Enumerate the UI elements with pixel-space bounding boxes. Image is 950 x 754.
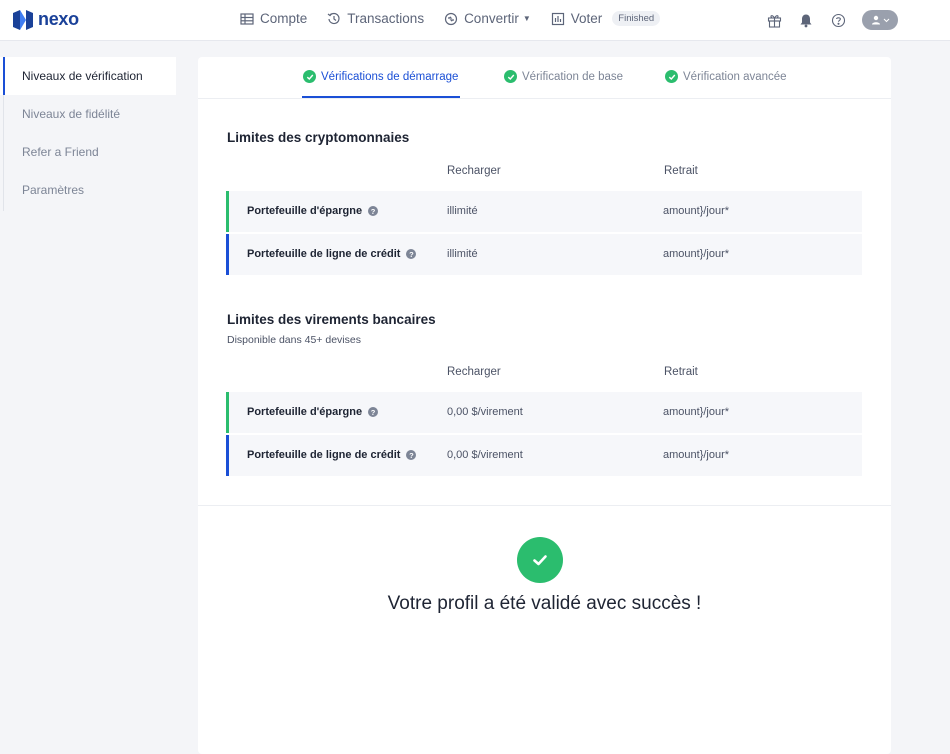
wallet-name-text: Portefeuille d'épargne xyxy=(247,406,363,418)
header-actions xyxy=(766,10,898,30)
row-accent xyxy=(226,392,229,433)
nav-convertir[interactable]: Convertir ▼ xyxy=(444,11,531,26)
crypto-col-deposit: Recharger xyxy=(447,165,501,177)
nav-compte-label: Compte xyxy=(260,11,308,26)
question-icon[interactable]: ? xyxy=(368,407,379,417)
chart-icon xyxy=(551,12,564,25)
tab-advanced-verification[interactable]: Vérification avancée xyxy=(665,70,787,83)
withdraw-limit: amount}/jour* xyxy=(663,248,730,260)
sidebar-item-verification-levels[interactable]: Niveaux de vérification xyxy=(0,57,176,95)
active-tab-indicator xyxy=(302,96,460,98)
nav-voter[interactable]: Voter Finished xyxy=(551,11,661,26)
deposit-limit: 0,00 $/virement xyxy=(447,449,523,461)
crypto-col-withdraw: Retrait xyxy=(664,165,698,177)
deposit-limit: 0,00 $/virement xyxy=(447,406,523,418)
table-row: Portefeuille d'épargne? 0,00 $/virement … xyxy=(226,392,862,433)
table-row: Portefeuille de ligne de crédit? illimit… xyxy=(226,234,862,275)
nav-transactions-label: Transactions xyxy=(347,11,425,26)
bank-limits-title: Limites des virements bancaires xyxy=(227,312,436,327)
bell-icon[interactable] xyxy=(798,12,814,28)
verification-tabs: Vérifications de démarrage Vérification … xyxy=(198,57,891,99)
tab-label: Vérifications de démarrage xyxy=(321,70,459,83)
deposit-limit: illimité xyxy=(447,205,478,217)
wallet-name: Portefeuille d'épargne? xyxy=(247,205,379,217)
top-bar: nexo Compte Transactions Convertir ▼ Vot… xyxy=(0,0,950,41)
check-circle-icon xyxy=(303,70,316,83)
nexo-logo[interactable]: nexo xyxy=(12,9,79,30)
withdraw-limit: amount}/jour* xyxy=(663,205,730,217)
check-circle-icon xyxy=(665,70,678,83)
wallet-name: Portefeuille de ligne de crédit? xyxy=(247,248,417,260)
wallet-name-text: Portefeuille de ligne de crédit xyxy=(247,449,401,461)
sidebar: Niveaux de vérification Niveaux de fidél… xyxy=(0,57,176,209)
brand-name: nexo xyxy=(38,9,79,29)
bank-limits-subtitle: Disponible dans 45+ devises xyxy=(227,334,361,346)
tab-startup-verifications[interactable]: Vérifications de démarrage xyxy=(303,70,458,83)
wallet-name: Portefeuille de ligne de crédit? xyxy=(247,449,417,461)
nav-convertir-label: Convertir xyxy=(464,11,519,26)
row-accent xyxy=(226,191,229,232)
check-circle-icon xyxy=(517,537,563,583)
nav-transactions[interactable]: Transactions xyxy=(327,11,424,26)
wallet-name: Portefeuille d'épargne? xyxy=(247,406,379,418)
bank-col-deposit: Recharger xyxy=(447,366,501,378)
question-icon[interactable]: ? xyxy=(368,206,379,216)
question-icon[interactable]: ? xyxy=(406,249,417,259)
user-icon xyxy=(871,15,880,25)
tab-basic-verification[interactable]: Vérification de base xyxy=(504,70,623,83)
deposit-limit: illimité xyxy=(447,248,478,260)
table-icon xyxy=(240,12,254,25)
tab-label: Vérification avancée xyxy=(683,70,787,83)
nexo-logo-icon xyxy=(13,9,33,30)
verification-card: Vérifications de démarrage Vérification … xyxy=(198,57,891,754)
wallet-name-text: Portefeuille d'épargne xyxy=(247,205,363,217)
withdraw-limit: amount}/jour* xyxy=(663,449,730,461)
table-row: Portefeuille d'épargne? illimité amount}… xyxy=(226,191,862,232)
withdraw-limit: amount}/jour* xyxy=(663,406,730,418)
user-menu-button[interactable] xyxy=(862,10,898,30)
wallet-name-text: Portefeuille de ligne de crédit xyxy=(247,248,401,260)
nav-compte[interactable]: Compte xyxy=(240,11,307,26)
sidebar-divider xyxy=(3,95,4,211)
chevron-down-icon xyxy=(883,18,889,22)
status-badge: Finished xyxy=(612,11,661,26)
help-icon[interactable] xyxy=(830,12,846,28)
caret-down-icon: ▼ xyxy=(522,14,531,23)
sidebar-item-settings[interactable]: Paramètres xyxy=(0,171,176,209)
question-icon[interactable]: ? xyxy=(406,450,417,460)
row-accent xyxy=(226,234,229,275)
check-circle-icon xyxy=(504,70,517,83)
main-nav: Compte Transactions Convertir ▼ Voter Fi… xyxy=(240,11,680,26)
table-row: Portefeuille de ligne de crédit? 0,00 $/… xyxy=(226,435,862,476)
nav-voter-label: Voter xyxy=(570,11,603,26)
convert-icon xyxy=(444,12,458,25)
sidebar-item-refer-a-friend[interactable]: Refer a Friend xyxy=(0,133,176,171)
section-divider xyxy=(198,505,891,506)
history-icon xyxy=(327,12,340,24)
row-accent xyxy=(226,435,229,476)
crypto-limits-title: Limites des cryptomonnaies xyxy=(227,130,410,145)
gift-icon[interactable] xyxy=(766,12,782,28)
sidebar-item-loyalty-levels[interactable]: Niveaux de fidélité xyxy=(0,95,176,133)
bank-col-withdraw: Retrait xyxy=(664,366,698,378)
tab-label: Vérification de base xyxy=(522,70,624,83)
success-message: Votre profil a été validé avec succès ! xyxy=(387,593,702,614)
